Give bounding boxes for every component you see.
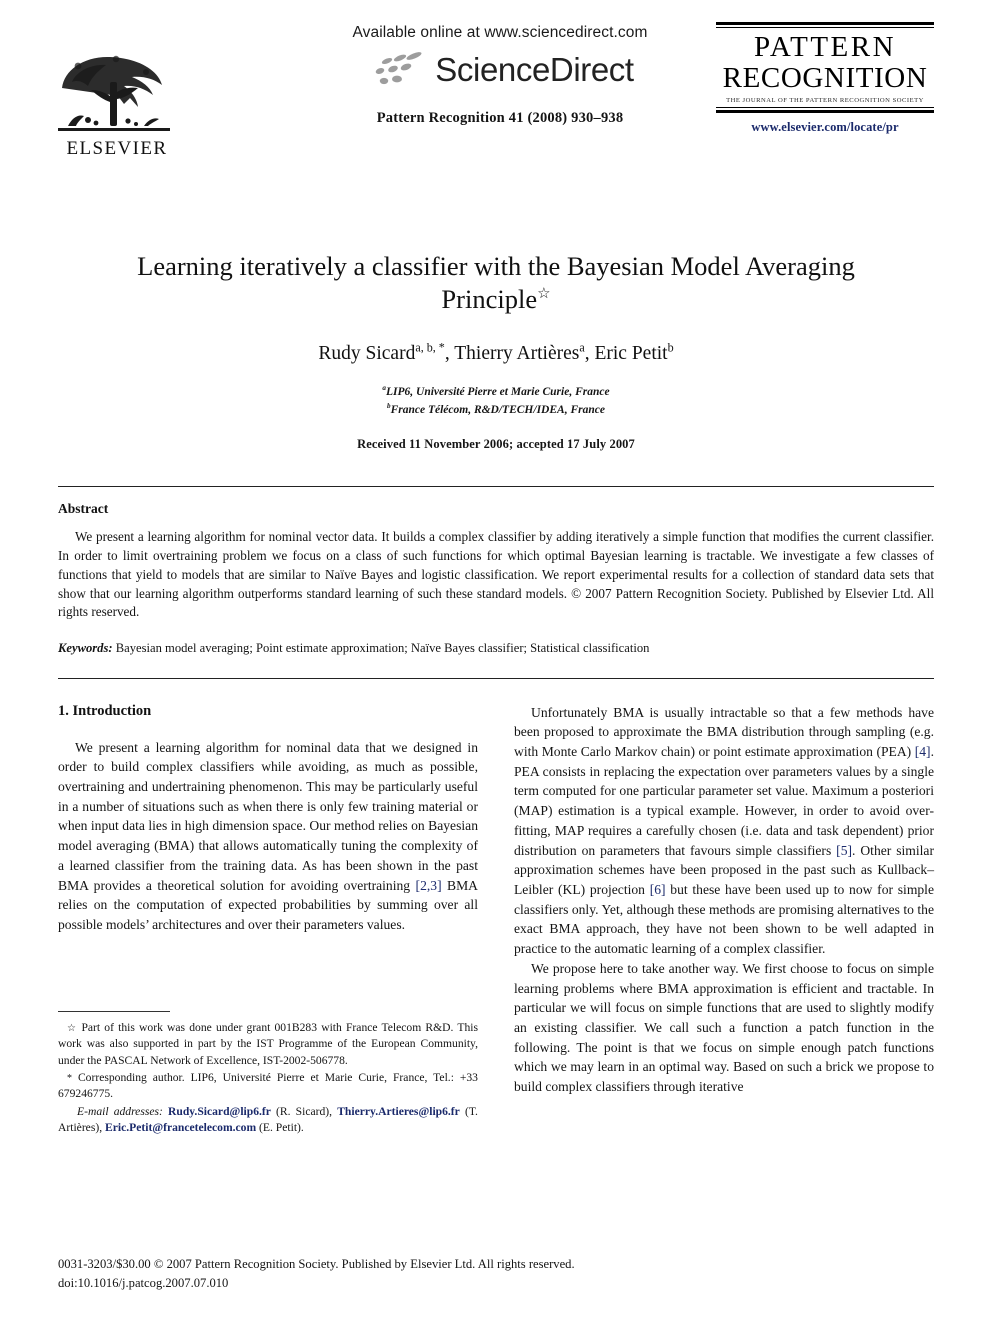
author-name: Eric Petit bbox=[594, 342, 668, 364]
left-column: 1. Introduction We present a learning al… bbox=[58, 702, 478, 1134]
sciencedirect-swoosh-icon bbox=[376, 52, 422, 85]
journal-title-line-1: PATTERN bbox=[753, 31, 897, 63]
paragraph-bma-approximations: Unfortunately BMA is usually intractable… bbox=[514, 703, 934, 959]
email-link[interactable]: Eric.Petit@francetelecom.com bbox=[105, 1121, 256, 1134]
divider-bottom-2 bbox=[716, 110, 934, 114]
email-owner: (R. Sicard), bbox=[276, 1104, 333, 1118]
abstract-divider-top bbox=[58, 486, 934, 488]
sciencedirect-logo: ScienceDirect bbox=[290, 49, 710, 89]
affiliation-text: France Télécom, R&D/TECH/IDEA, France bbox=[390, 403, 605, 416]
email-owner: (E. Petit). bbox=[259, 1121, 304, 1135]
author-list: Rudy Sicarda, b, *, Thierry Artièresa, E… bbox=[318, 340, 674, 364]
page-title: Learning iteratively a classifier with t… bbox=[94, 250, 898, 317]
paragraph-text: . PEA consists in replacing the expectat… bbox=[514, 744, 934, 858]
masthead: ELSEVIER Available online at www.science… bbox=[58, 0, 934, 198]
title-footnote-marker: ☆ bbox=[537, 286, 551, 303]
title-block: Learning iteratively a classifier with t… bbox=[58, 250, 934, 452]
author-affil-marks: b bbox=[667, 340, 674, 355]
footnote-star-marker: ☆ bbox=[67, 1022, 78, 1034]
paragraph-patch-functions: We propose here to take another way. We … bbox=[514, 960, 934, 1095]
page-footer: 0031-3203/$30.00 © 2007 Pattern Recognit… bbox=[58, 1255, 658, 1293]
divider-top-2 bbox=[716, 27, 934, 28]
keywords-label: Keywords: bbox=[58, 641, 113, 656]
section-heading-introduction: 1. Introduction bbox=[58, 702, 152, 719]
journal-citation: Pattern Recognition 41 (2008) 930–938 bbox=[376, 110, 624, 126]
doi-line: doi:10.1016/j.patcog.2007.07.010 bbox=[58, 1276, 229, 1291]
footnote-grant-text: Part of this work was done under grant 0… bbox=[58, 1020, 479, 1067]
abstract-heading: Abstract bbox=[58, 501, 109, 517]
sciencedirect-block: Available online at www.sciencedirect.co… bbox=[290, 24, 710, 127]
article-page: ELSEVIER Available online at www.science… bbox=[0, 0, 992, 1323]
sciencedirect-available-line: Available online at www.sciencedirect.co… bbox=[352, 24, 648, 41]
affiliation-item: bFrance Télécom, R&D/TECH/IDEA, France bbox=[94, 402, 898, 420]
email-link[interactable]: Rudy.Sicard@lip6.fr bbox=[168, 1105, 271, 1118]
footnote-grant: ☆ Part of this work was done under grant… bbox=[58, 1020, 478, 1069]
journal-url-link[interactable]: www.elsevier.com/locate/pr bbox=[716, 120, 934, 135]
journal-logo-block: PATTERN RECOGNITION THE JOURNAL OF THE P… bbox=[716, 22, 934, 135]
affiliation-item: aLIP6, Université Pierre et Marie Curie,… bbox=[94, 384, 898, 402]
abstract-divider-bottom bbox=[58, 677, 934, 679]
paragraph-text: We present a learning algorithm for nomi… bbox=[58, 739, 478, 893]
footnote-divider bbox=[58, 1010, 170, 1012]
email-link[interactable]: Thierry.Artieres@lip6.fr bbox=[337, 1105, 460, 1118]
author-name: Rudy Sicard bbox=[318, 342, 416, 364]
received-accepted-dates: Received 11 November 2006; accepted 17 J… bbox=[357, 437, 635, 452]
citation-ref[interactable]: [6] bbox=[650, 882, 666, 897]
paper-title-text: Learning iteratively a classifier with t… bbox=[137, 251, 855, 315]
footnote-emails: E-mail addresses: Rudy.Sicard@lip6.fr (R… bbox=[58, 1104, 478, 1137]
footnote-corresponding-text: Corresponding author. LIP6, Université P… bbox=[58, 1071, 478, 1101]
footnote-asterisk-marker: * bbox=[67, 1073, 72, 1085]
elsevier-wordmark: ELSEVIER bbox=[66, 138, 168, 159]
journal-title-line-2: RECOGNITION bbox=[722, 61, 928, 94]
keywords-values: Bayesian model averaging; Point estimate… bbox=[115, 641, 650, 656]
citation-ref[interactable]: [5] bbox=[836, 843, 852, 858]
footnote-corresponding: * Corresponding author. LIP6, Université… bbox=[58, 1070, 478, 1103]
journal-subtitle: THE JOURNAL OF THE PATTERN RECOGNITION S… bbox=[726, 97, 924, 105]
issn-copyright-line: 0031-3203/$30.00 © 2007 Pattern Recognit… bbox=[58, 1257, 575, 1272]
paragraph-text: Unfortunately BMA is usually intractable… bbox=[514, 704, 934, 760]
sciencedirect-wordmark: ScienceDirect bbox=[435, 50, 634, 88]
author-name: Thierry Artières bbox=[454, 342, 580, 364]
paragraph-intro-1: We present a learning algorithm for nomi… bbox=[58, 738, 478, 935]
author-affil-marks: a bbox=[579, 340, 585, 355]
citation-ref[interactable]: [4] bbox=[915, 744, 931, 759]
author-affil-marks: a, b, * bbox=[415, 340, 445, 355]
right-column: Unfortunately BMA is usually intractable… bbox=[514, 703, 934, 1097]
divider-top bbox=[716, 22, 934, 25]
affiliations: aLIP6, Université Pierre et Marie Curie,… bbox=[94, 384, 898, 420]
abstract-text: We present a learning algorithm for nomi… bbox=[58, 528, 934, 622]
footnotes: ☆ Part of this work was done under grant… bbox=[58, 1010, 478, 1138]
email-addresses-label: E-mail addresses: bbox=[77, 1104, 163, 1118]
keywords-line: Keywords: Bayesian model averaging; Poin… bbox=[58, 640, 934, 658]
elsevier-logo: ELSEVIER bbox=[58, 52, 176, 158]
affiliation-text: LIP6, Université Pierre et Marie Curie, … bbox=[385, 385, 610, 398]
divider-bottom bbox=[716, 107, 934, 109]
body-columns: 1. Introduction We present a learning al… bbox=[58, 702, 934, 1134]
citation-ref[interactable]: [2,3] bbox=[416, 878, 442, 893]
elsevier-tree-icon bbox=[58, 55, 170, 131]
